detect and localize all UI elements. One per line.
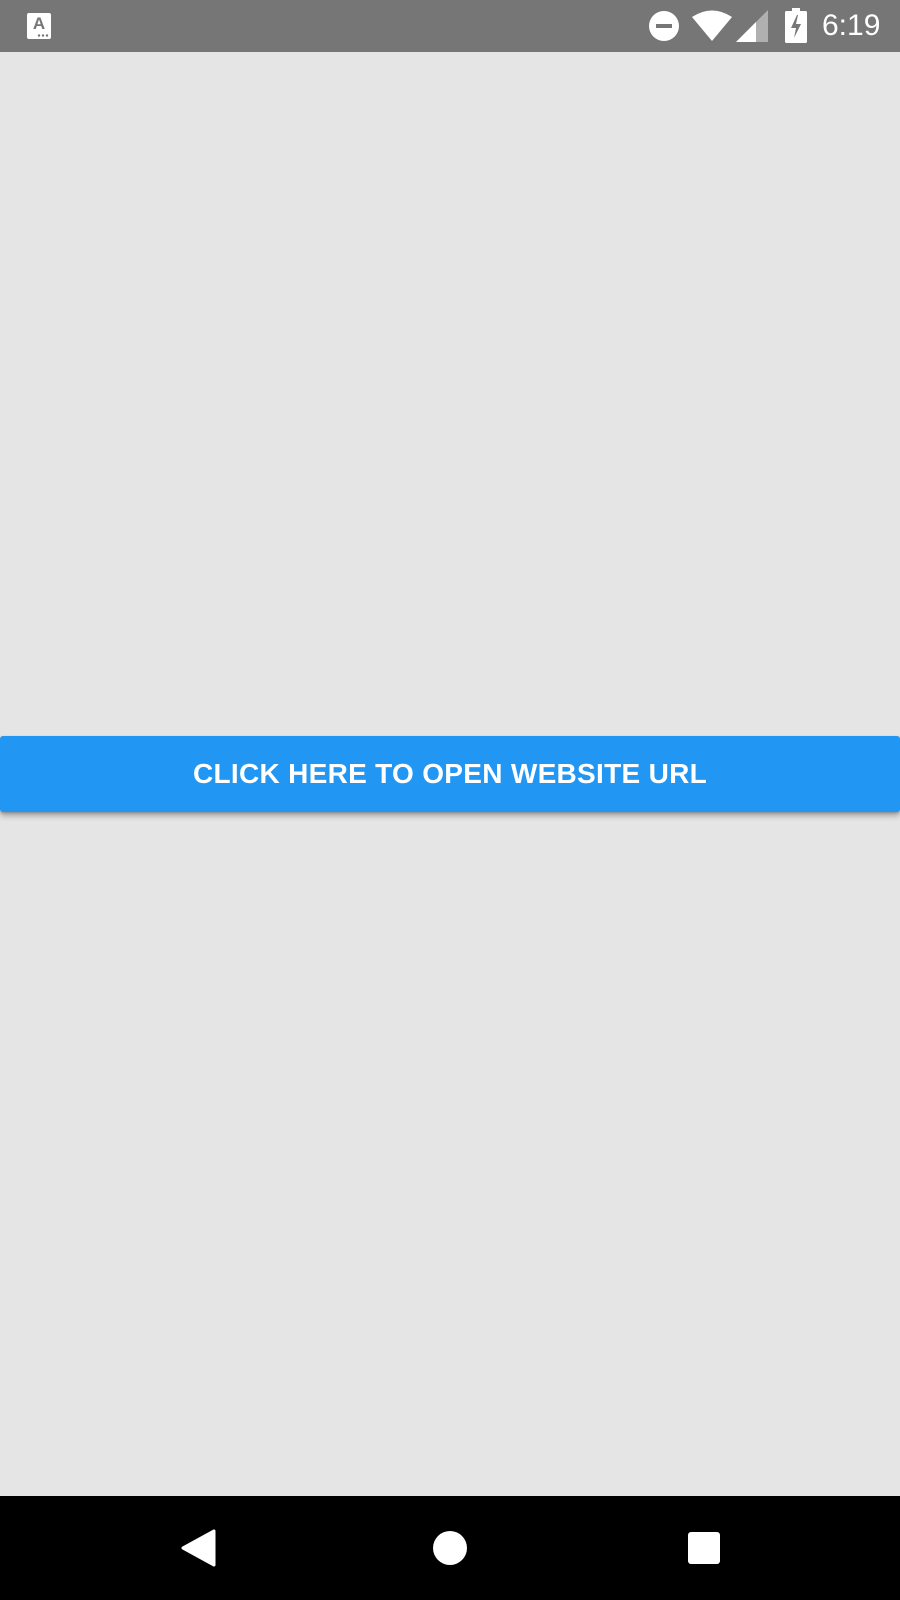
- back-button[interactable]: [170, 1520, 226, 1576]
- do-not-disturb-icon: [649, 11, 679, 41]
- recents-icon: [688, 1532, 720, 1564]
- accessibility-app-icon: A: [27, 13, 51, 39]
- recents-button[interactable]: [676, 1520, 732, 1576]
- signal-icon: [736, 10, 768, 42]
- app-screen: A 6:19 CLICK HERE TO OPEN WEBSITE URL: [0, 0, 900, 1600]
- wifi-icon: [692, 10, 732, 41]
- status-clock: 6:19: [822, 9, 881, 42]
- open-website-url-button-label: CLICK HERE TO OPEN WEBSITE URL: [192, 758, 708, 789]
- home-icon: [433, 1531, 467, 1565]
- status-bar: A 6:19: [0, 0, 900, 52]
- home-button[interactable]: [422, 1520, 478, 1576]
- battery-charging-icon: [785, 8, 807, 43]
- open-website-url-button[interactable]: CLICK HERE TO OPEN WEBSITE URL: [0, 736, 900, 812]
- back-icon: [181, 1529, 216, 1567]
- navigation-bar: [0, 1496, 900, 1600]
